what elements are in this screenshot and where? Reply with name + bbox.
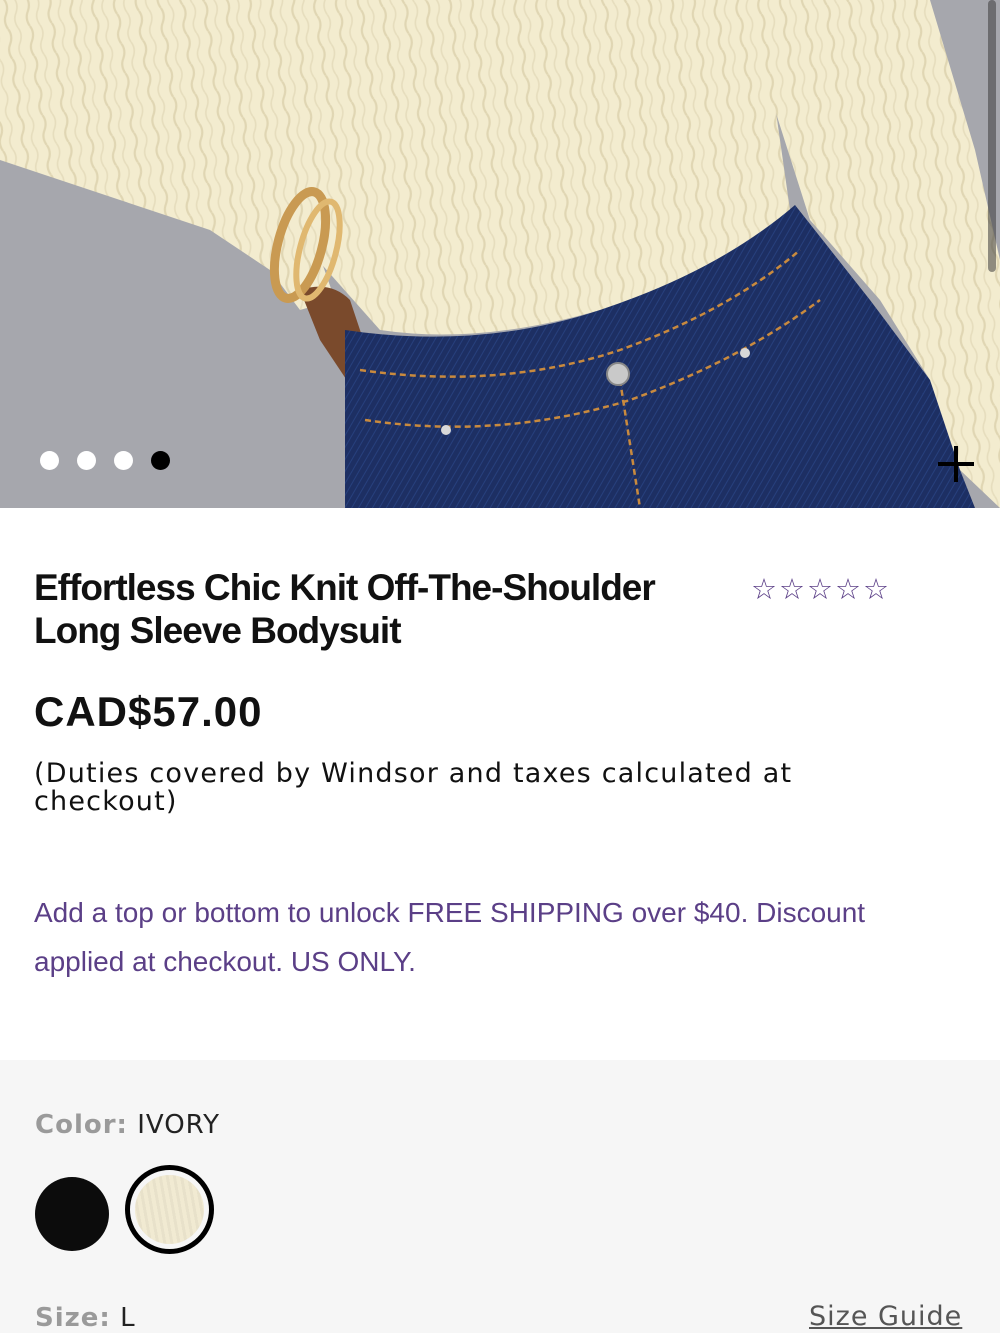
- product-title: Effortless Chic Knit Off-The-Shoulder Lo…: [34, 567, 656, 651]
- swatch-fill: [135, 1175, 204, 1244]
- carousel-dot[interactable]: [40, 451, 59, 470]
- color-swatch-ivory-selected[interactable]: [125, 1165, 214, 1254]
- size-selector-label: Size: L: [35, 1303, 136, 1333]
- color-selector-label: Color: IVORY: [35, 1110, 220, 1140]
- scrollbar[interactable]: [988, 0, 996, 272]
- carousel-dot[interactable]: [114, 451, 133, 470]
- star-outline-icon: ☆: [835, 574, 861, 606]
- color-label: Color:: [35, 1110, 128, 1140]
- carousel-dot[interactable]: [77, 451, 96, 470]
- color-value: IVORY: [137, 1110, 220, 1140]
- product-photo: [0, 0, 1000, 508]
- size-label: Size:: [35, 1303, 111, 1333]
- plus-icon[interactable]: [934, 442, 978, 486]
- star-outline-icon: ☆: [779, 574, 805, 606]
- carousel-dots: [40, 451, 170, 470]
- size-guide-link[interactable]: Size Guide: [809, 1301, 962, 1332]
- shipping-promo: Add a top or bottom to unlock FREE SHIPP…: [34, 897, 866, 977]
- color-swatch-black[interactable]: [35, 1177, 109, 1251]
- rating-stars[interactable]: ☆ ☆ ☆ ☆ ☆: [751, 575, 889, 605]
- carousel-dot-active[interactable]: [151, 451, 170, 470]
- size-value: L: [120, 1303, 136, 1333]
- product-price: CAD$57.00: [34, 688, 263, 735]
- star-outline-icon: ☆: [863, 574, 889, 606]
- product-image[interactable]: [0, 0, 1000, 508]
- star-outline-icon: ☆: [807, 574, 833, 606]
- duties-note: (Duties covered by Windsor and taxes cal…: [34, 758, 793, 817]
- star-outline-icon: ☆: [751, 574, 777, 606]
